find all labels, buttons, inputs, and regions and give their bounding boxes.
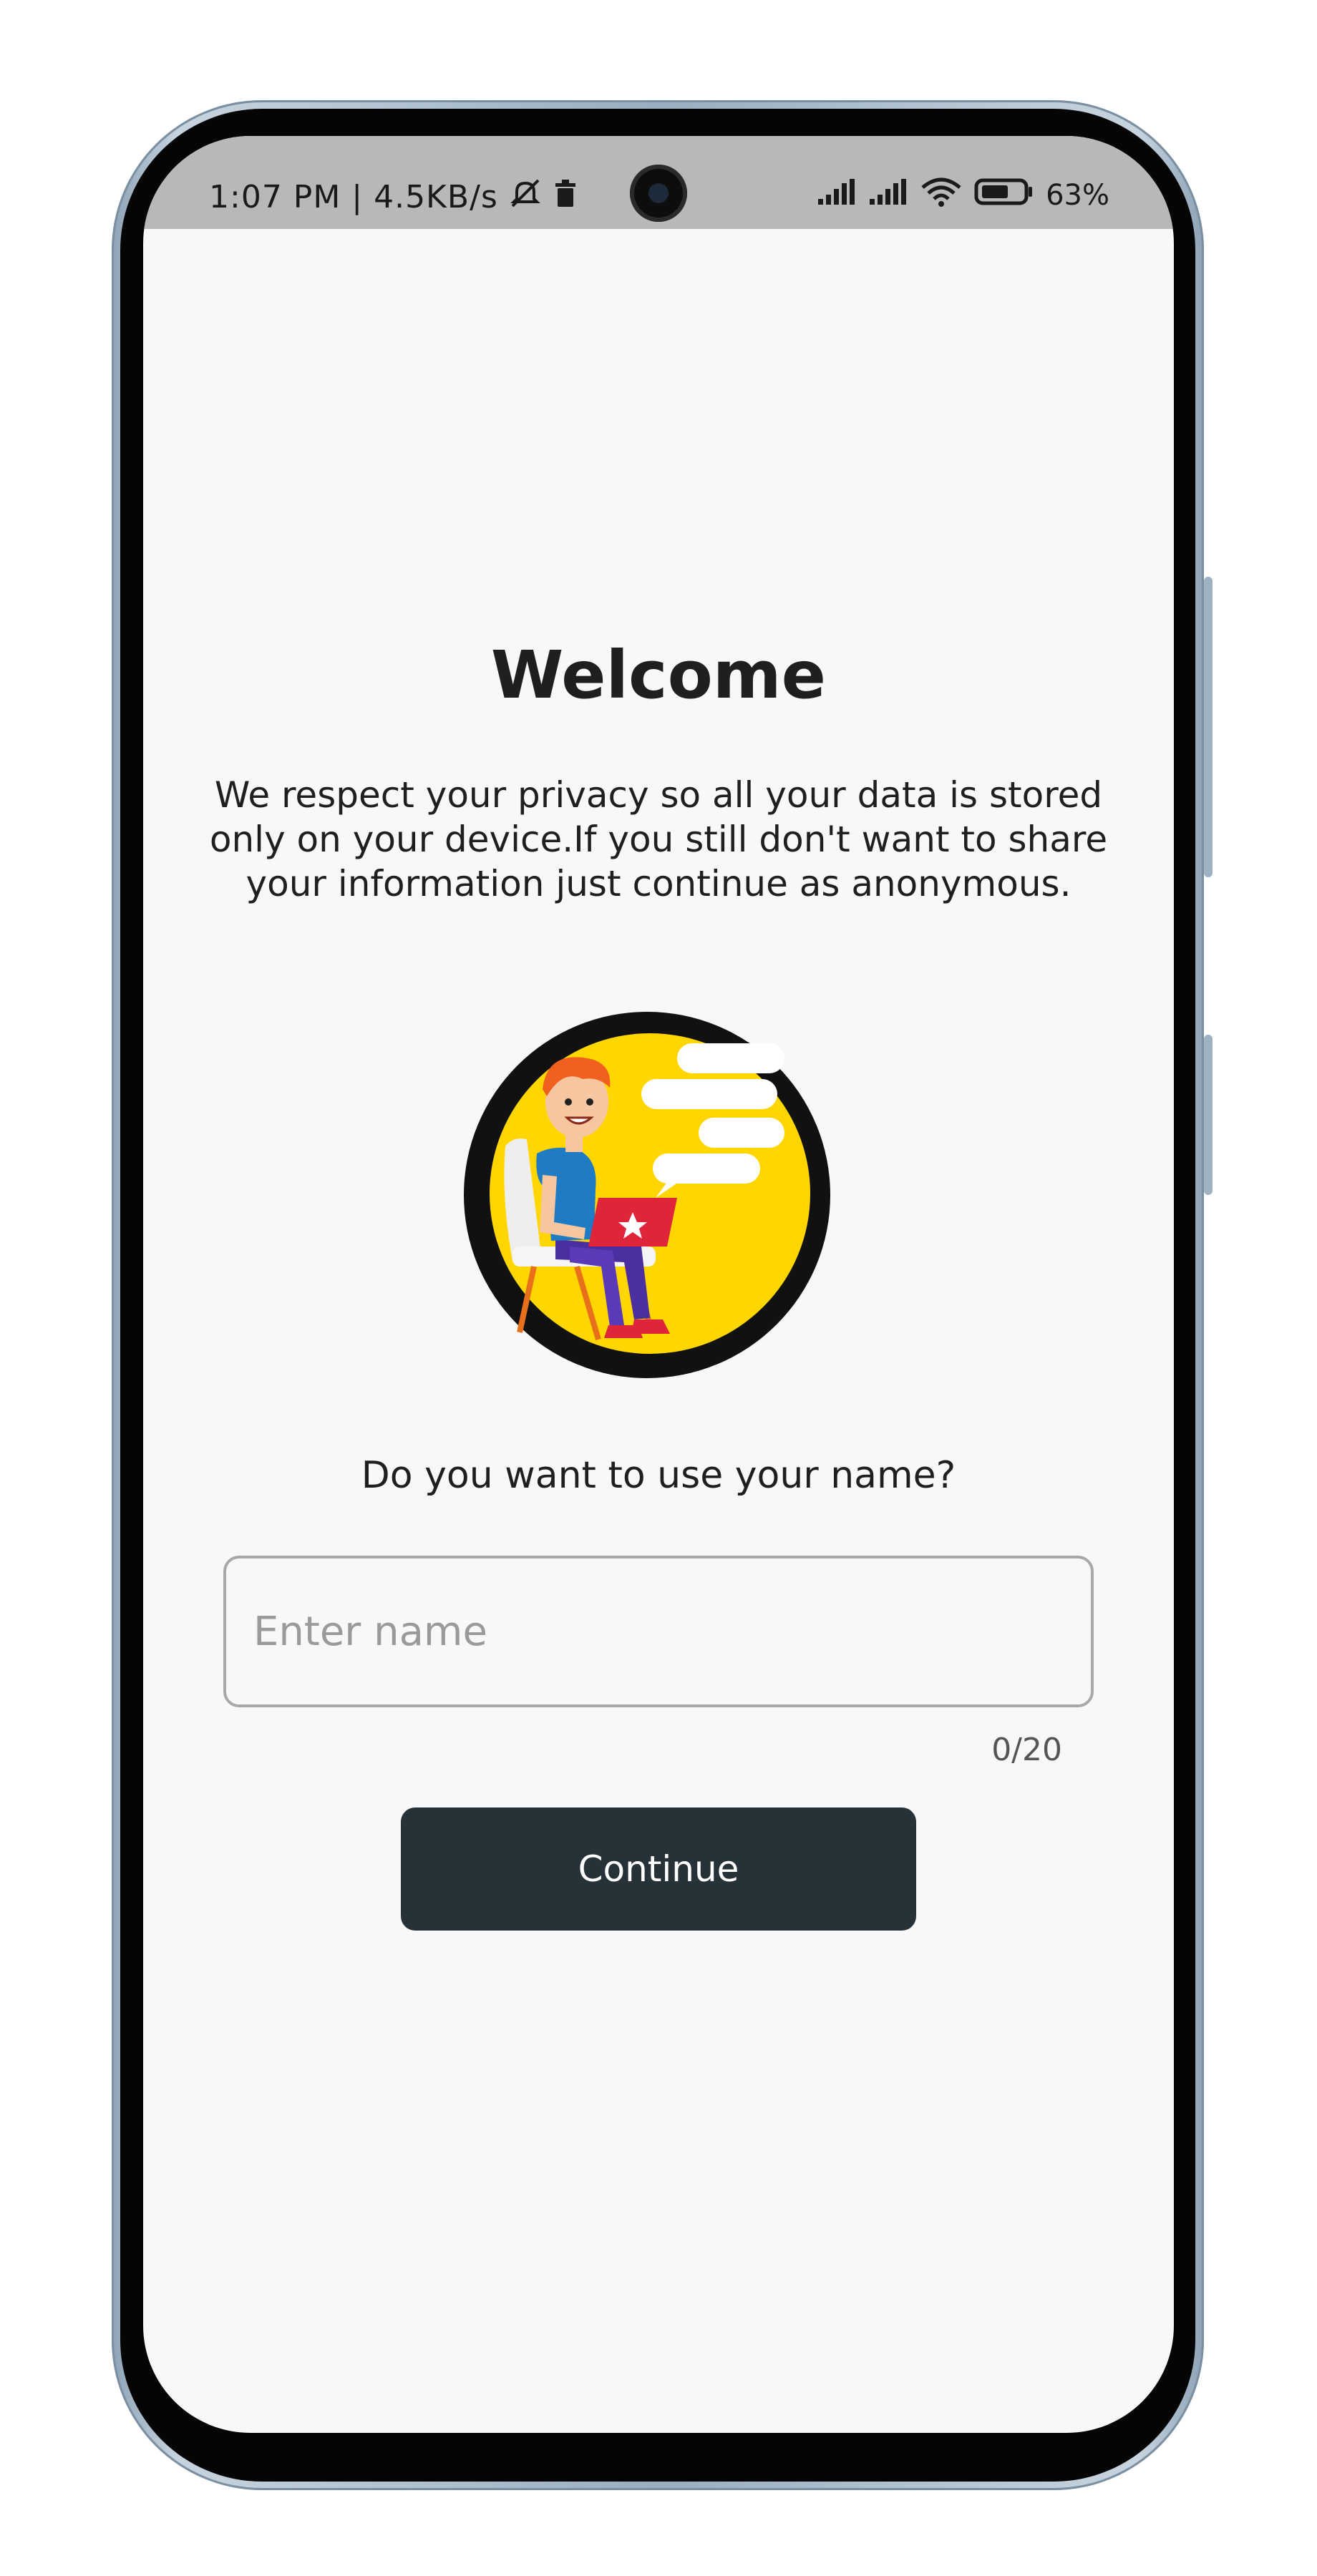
status-left: 1:07 PM | 4.5KB/s (209, 177, 578, 217)
status-bar: 1:07 PM | 4.5KB/s 63% (143, 136, 1174, 229)
welcome-title: Welcome (490, 637, 827, 713)
device-mockup: 1:07 PM | 4.5KB/s 63% Welcome We respect… (0, 0, 1317, 2576)
app-screen: 1:07 PM | 4.5KB/s 63% Welcome We respect… (143, 136, 1174, 2433)
volume-button (1204, 577, 1212, 877)
trash-icon (553, 177, 578, 217)
signal-icon (817, 177, 857, 213)
status-time: 1:07 PM | 4.5KB/s (209, 179, 498, 215)
status-right: 63% (817, 176, 1109, 215)
name-question: Do you want to use your name? (361, 1454, 956, 1497)
character-counter: 0/20 (991, 1732, 1062, 1768)
signal-icon (868, 177, 908, 213)
person-with-laptop-illustration (462, 1010, 832, 1380)
battery-icon (974, 176, 1034, 215)
continue-button[interactable]: Continue (401, 1807, 916, 1931)
mute-icon (508, 177, 543, 217)
battery-percent: 63% (1046, 179, 1109, 212)
privacy-description: We respect your privacy so all your data… (209, 774, 1108, 904)
power-button (1204, 1035, 1212, 1195)
name-input[interactable] (223, 1556, 1094, 1707)
front-camera (630, 165, 687, 222)
wifi-icon (920, 176, 963, 215)
